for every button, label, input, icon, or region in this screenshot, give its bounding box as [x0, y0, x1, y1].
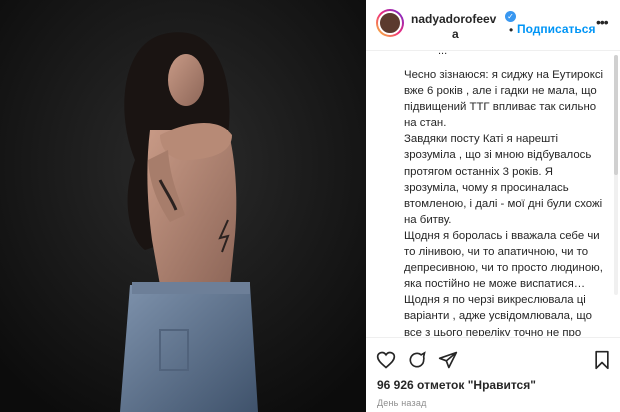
more-options-icon[interactable]: •••	[596, 14, 609, 30]
username-continued[interactable]: a	[452, 27, 459, 41]
likes-count[interactable]: 96 926 отметок "Нравится"	[377, 378, 536, 392]
username[interactable]: nadyadorofeev	[411, 12, 496, 26]
caption-area[interactable]: ... Чесно зізнаюся: я сиджу на Еутироксі…	[366, 51, 620, 336]
separator-dot: •	[509, 23, 514, 37]
send-icon[interactable]	[438, 350, 458, 375]
caption-scrollbar[interactable]	[614, 55, 618, 295]
verified-badge-icon: ✓	[505, 11, 516, 22]
bookmark-icon[interactable]	[593, 350, 611, 375]
heart-icon[interactable]	[376, 350, 396, 375]
action-bar	[366, 337, 620, 378]
comment-icon[interactable]	[407, 350, 427, 375]
follow-button[interactable]: Подписаться	[517, 22, 595, 36]
post-image	[0, 0, 366, 412]
post-timestamp: День назад	[377, 398, 427, 408]
post-panel: nadyadorofeev a ✓ • Подписаться ••• ... …	[366, 0, 620, 412]
post-photo[interactable]	[0, 0, 366, 412]
avatar[interactable]	[376, 9, 404, 37]
caption-text: Чесно зізнаюся: я сиджу на Еутироксі вже…	[404, 69, 604, 336]
post-header: nadyadorofeev a ✓ • Подписаться •••	[366, 0, 620, 51]
caption-overflow: ...	[438, 51, 448, 57]
